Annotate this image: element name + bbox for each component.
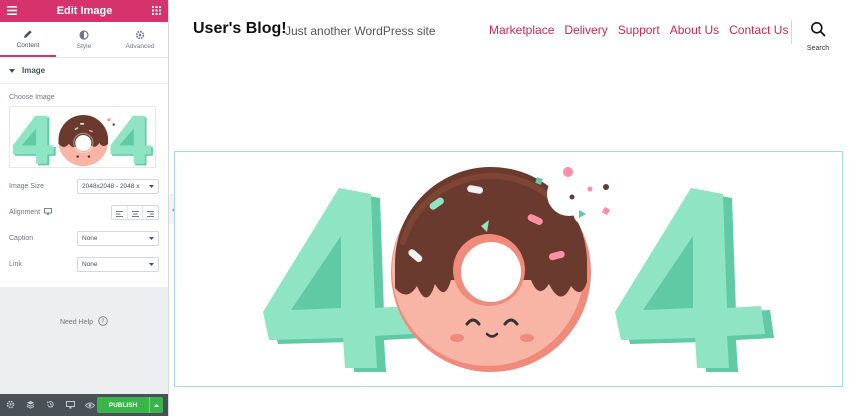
header-divider	[791, 20, 792, 44]
editor-window: Edit Image Content Style Advanced Image …	[0, 0, 850, 416]
caption-control: Caption None	[9, 231, 159, 246]
image-size-label: Image Size	[9, 183, 45, 190]
link-label: Link	[9, 261, 22, 268]
layers-icon	[26, 396, 35, 414]
navigator-button[interactable]	[20, 394, 40, 416]
question-icon: ?	[98, 316, 108, 328]
caption-select[interactable]: None	[77, 231, 159, 246]
nav-item-delivery[interactable]: Delivery	[564, 23, 607, 37]
image-widget-selected[interactable]	[174, 151, 843, 387]
digit-four-right	[615, 188, 774, 372]
site-title[interactable]: User's Blog!	[193, 20, 287, 38]
need-help-link[interactable]: Need Help ?	[59, 316, 108, 328]
site-preview: User's Blog! Just another WordPress site…	[170, 0, 850, 416]
nav-item-contact-us[interactable]: Contact Us	[729, 23, 788, 37]
alignment-label: Alignment	[9, 209, 41, 216]
tab-style[interactable]: Style	[56, 22, 112, 57]
responsive-mode-button[interactable]	[60, 394, 80, 416]
gear-icon	[135, 30, 145, 40]
history-button[interactable]	[40, 394, 60, 416]
publish-options-caret-icon[interactable]	[149, 397, 163, 413]
half-circle-icon	[79, 29, 89, 40]
link-select[interactable]: None	[77, 257, 159, 272]
404-illustration	[263, 166, 774, 372]
caret-down-icon	[9, 66, 15, 75]
tab-content[interactable]: Content	[0, 22, 56, 57]
align-center-icon	[131, 204, 139, 222]
alignment-label-wrap: Alignment	[9, 208, 53, 217]
section-image-toggle[interactable]: Image	[0, 58, 168, 84]
search-toggle[interactable]: Search	[803, 21, 833, 52]
panel-tabs: Content Style Advanced	[0, 22, 168, 58]
gear-icon	[6, 396, 15, 414]
history-icon	[46, 396, 55, 414]
panel-footer: PUBLISH	[0, 394, 168, 416]
dropdown-caret-icon	[149, 235, 154, 242]
primary-menu: Marketplace Delivery Support About Us Co…	[489, 23, 788, 37]
link-control: Link None	[9, 257, 159, 272]
pencil-icon	[23, 29, 33, 39]
image-size-select[interactable]: 2048x2048 - 2048 x	[77, 179, 159, 194]
align-left-icon	[115, 204, 123, 222]
align-left-button[interactable]	[112, 206, 128, 219]
widgets-grid-icon[interactable]	[152, 2, 161, 20]
tab-advanced-label: Advanced	[125, 42, 155, 50]
search-icon	[810, 21, 826, 42]
nav-item-marketplace[interactable]: Marketplace	[489, 23, 554, 37]
caption-label: Caption	[9, 235, 34, 242]
editor-panel: Edit Image Content Style Advanced Image …	[0, 0, 169, 416]
align-center-button[interactable]	[128, 206, 144, 219]
crumb	[587, 186, 593, 192]
publish-button[interactable]: PUBLISH	[97, 397, 163, 413]
choose-image-label: Choose Image	[9, 94, 55, 101]
dropdown-caret-icon	[149, 261, 154, 268]
dropdown-caret-icon	[149, 183, 154, 190]
hamburger-menu-icon[interactable]	[7, 2, 17, 20]
panel-empty-area: Need Help ?	[0, 287, 168, 394]
align-right-icon	[147, 204, 155, 222]
nav-item-support[interactable]: Support	[618, 23, 660, 37]
site-tagline: Just another WordPress site	[285, 24, 436, 38]
crumb	[603, 184, 609, 190]
settings-button[interactable]	[0, 394, 20, 416]
search-label: Search	[806, 45, 830, 52]
image-chooser-thumbnail[interactable]	[9, 106, 156, 168]
publish-label: PUBLISH	[108, 401, 138, 409]
link-value: None	[82, 261, 98, 268]
crumb	[601, 206, 611, 216]
svg-text:?: ?	[101, 318, 104, 325]
need-help-label: Need Help	[59, 318, 94, 326]
image-controls: Choose Image Image Size 2048x2048 - 2048…	[0, 94, 168, 272]
panel-title: Edit Image	[56, 5, 113, 17]
nav-item-about-us[interactable]: About Us	[670, 23, 719, 37]
image-size-control: Image Size 2048x2048 - 2048 x	[9, 179, 159, 194]
desktop-icon	[65, 396, 75, 414]
align-right-button[interactable]	[143, 206, 158, 219]
tab-style-label: Style	[76, 42, 92, 50]
alignment-buttons	[111, 205, 159, 220]
eye-icon	[84, 396, 96, 414]
image-size-value: 2048x2048 - 2048 x	[82, 183, 140, 190]
tab-advanced[interactable]: Advanced	[112, 22, 168, 57]
desktop-icon	[44, 208, 53, 217]
tab-content-label: Content	[16, 41, 40, 49]
site-header: User's Blog! Just another WordPress site…	[170, 0, 850, 62]
panel-header: Edit Image	[0, 0, 168, 22]
alignment-control: Alignment	[9, 205, 159, 220]
donut	[391, 166, 601, 372]
crumb	[569, 194, 575, 200]
caption-value: None	[82, 235, 98, 242]
crumb	[563, 167, 573, 177]
section-title: Image	[22, 66, 46, 75]
